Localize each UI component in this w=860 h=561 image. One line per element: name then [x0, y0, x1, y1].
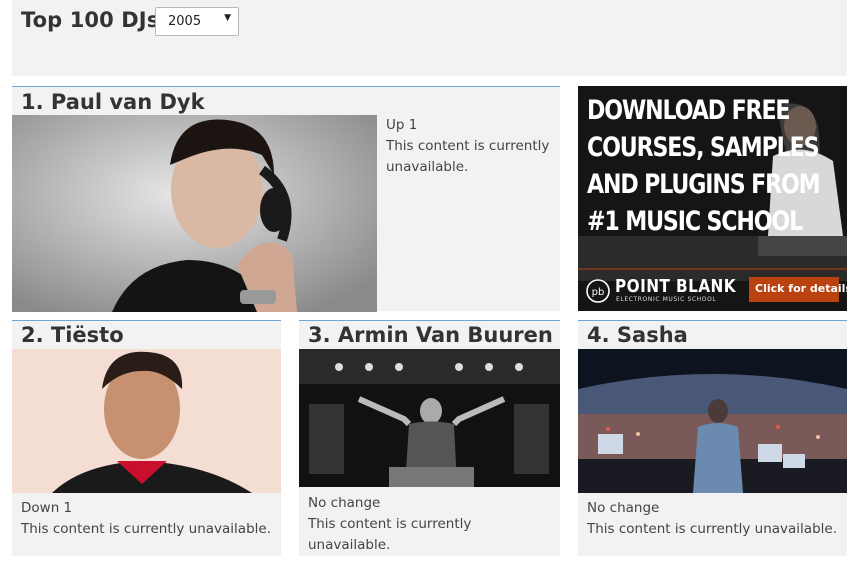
- ad-cta-label: Click for details: [755, 282, 852, 295]
- dj-card-4[interactable]: 4. Sasha No change This content is curre…: [578, 320, 847, 556]
- dj-photo: [299, 349, 560, 487]
- ad-brand-sub: ELECTRONIC MUSIC SCHOOL: [616, 296, 717, 303]
- dj-photo: [12, 115, 377, 312]
- dj-card-1[interactable]: 1. Paul van Dyk Up 1 This content is cur…: [12, 86, 560, 312]
- dj-photo: [12, 349, 281, 493]
- year-select[interactable]: 2005 ▼: [155, 7, 239, 36]
- content-status: This content is currently unavailable.: [21, 521, 272, 537]
- page-title: Top 100 DJs: [21, 8, 160, 32]
- ad-headline: DOWNLOAD FREE COURSES, SAMPLES AND PLUGI…: [587, 95, 821, 237]
- dj-card-2[interactable]: 2. Tiësto Down 1 This content is current…: [12, 320, 281, 556]
- dj-title: 1. Paul van Dyk: [21, 90, 205, 114]
- chevron-down-icon: ▼: [224, 13, 231, 23]
- dj-info: No change This content is currently unav…: [308, 493, 553, 556]
- svg-text:pb: pb: [592, 287, 605, 298]
- content-status: This content is currently unavailable.: [386, 138, 550, 175]
- dj-photo: [578, 349, 847, 493]
- rank-change: No change: [308, 495, 381, 511]
- dj-info: Down 1 This content is currently unavail…: [21, 498, 276, 540]
- dj-title: 2. Tiësto: [21, 323, 124, 347]
- dj-title: 3. Armin Van Buuren: [308, 323, 553, 347]
- rank-change: Down 1: [21, 500, 73, 516]
- dj-info: No change This content is currently unav…: [587, 498, 842, 540]
- dj-card-3[interactable]: 3. Armin Van Buuren No change This conte…: [299, 320, 560, 556]
- point-blank-logo-icon: pb: [586, 279, 610, 303]
- rank-change: Up 1: [386, 117, 418, 133]
- dj-info: Up 1 This content is currently unavailab…: [386, 115, 556, 178]
- rank-change: No change: [587, 500, 660, 516]
- ad-cta-button[interactable]: Click for details ›: [749, 277, 860, 302]
- content-status: This content is currently unavailable.: [587, 521, 838, 537]
- dj-title: 4. Sasha: [587, 323, 688, 347]
- ad-brand: POINT BLANK: [615, 276, 737, 297]
- year-select-value: 2005: [168, 14, 202, 29]
- content-status: This content is currently unavailable.: [308, 516, 472, 553]
